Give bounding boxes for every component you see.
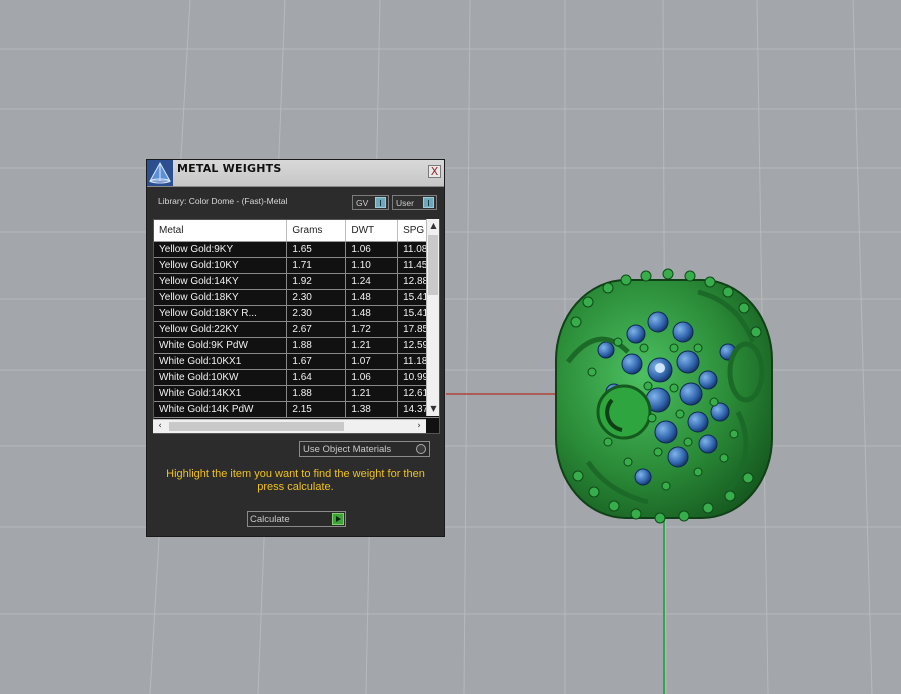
chevron-right-icon[interactable]: › [412, 420, 426, 433]
cell-grams: 1.64 [286, 369, 347, 386]
calculate-button[interactable]: Calculate [247, 511, 346, 527]
cell-dwt: 1.48 [345, 305, 399, 322]
cell-metal: White Gold:10KX1 [154, 353, 288, 370]
metal-weights-dialog: METAL WEIGHTS X Library: Color Dome - (F… [146, 159, 445, 537]
cell-grams: 1.92 [286, 273, 347, 290]
column-header-dwt[interactable]: DWT [345, 220, 399, 242]
cell-grams: 2.30 [286, 305, 347, 322]
pyramid-app-icon [147, 160, 173, 186]
column-header-grams[interactable]: Grams [286, 220, 347, 242]
dialog-title: METAL WEIGHTS [177, 162, 282, 175]
cell-grams: 1.67 [286, 353, 347, 370]
cell-dwt: 1.48 [345, 289, 399, 306]
cell-dwt: 1.06 [345, 241, 399, 258]
table-row[interactable]: White Gold:14KX1 1.88 1.21 12.61 [154, 385, 439, 402]
cell-metal: Yellow Gold:14KY [154, 273, 288, 290]
3d-viewport[interactable] [0, 0, 901, 694]
cell-metal: White Gold:9K PdW [154, 337, 288, 354]
cell-grams: 1.71 [286, 257, 347, 274]
cell-dwt: 1.38 [345, 401, 399, 418]
dialog-titlebar[interactable]: METAL WEIGHTS X [147, 160, 444, 187]
horizontal-scroll-thumb[interactable] [169, 422, 344, 431]
cell-dwt: 1.06 [345, 369, 399, 386]
cell-dwt: 1.72 [345, 321, 399, 338]
cell-dwt: 1.21 [345, 385, 399, 402]
table-header-row: Metal Grams DWT SPG [154, 220, 439, 242]
cell-dwt: 1.21 [345, 337, 399, 354]
gv-toggle-label: GV [356, 198, 369, 208]
metal-weights-table[interactable]: Metal Grams DWT SPG Yellow Gold:9KY 1.65… [153, 219, 440, 434]
cell-dwt: 1.10 [345, 257, 399, 274]
close-icon[interactable]: X [428, 165, 441, 178]
table-row[interactable]: White Gold:9K PdW 1.88 1.21 12.59 [154, 337, 439, 354]
gv-toggle[interactable]: GV [352, 195, 389, 210]
table-row[interactable]: Yellow Gold:18KY R... 2.30 1.48 15.41 [154, 305, 439, 322]
cell-grams: 2.30 [286, 289, 347, 306]
cell-dwt: 1.24 [345, 273, 399, 290]
cell-grams: 1.88 [286, 337, 347, 354]
cell-grams: 1.88 [286, 385, 347, 402]
cell-metal: Yellow Gold:18KY [154, 289, 288, 306]
jewelry-bead-model[interactable] [548, 262, 780, 530]
table-row[interactable]: Yellow Gold:22KY 2.67 1.72 17.85 [154, 321, 439, 338]
cell-grams: 2.15 [286, 401, 347, 418]
use-object-materials-label: Use Object Materials [303, 444, 392, 455]
chevron-left-icon[interactable]: ‹ [153, 420, 167, 433]
radio-icon[interactable] [416, 444, 426, 454]
cell-metal: White Gold:10KW [154, 369, 288, 386]
cell-metal: Yellow Gold:10KY [154, 257, 288, 274]
cell-dwt: 1.07 [345, 353, 399, 370]
table-row[interactable]: Yellow Gold:10KY 1.71 1.10 11.45 [154, 257, 439, 274]
cell-grams: 1.65 [286, 241, 347, 258]
user-toggle-label: User [396, 198, 414, 208]
table-row[interactable]: Yellow Gold:18KY 2.30 1.48 15.41 [154, 289, 439, 306]
cell-metal: Yellow Gold:22KY [154, 321, 288, 338]
column-header-metal[interactable]: Metal [154, 220, 288, 242]
instruction-text: Highlight the item you want to find the … [166, 468, 425, 493]
table-horizontal-scrollbar[interactable]: ‹ › [153, 419, 426, 433]
cell-metal: White Gold:14KX1 [154, 385, 288, 402]
cell-metal: Yellow Gold:18KY R... [154, 305, 288, 322]
library-label: Library: Color Dome - (Fast)-Metal [158, 196, 288, 206]
vertical-scroll-thumb[interactable] [428, 235, 438, 295]
table-row[interactable]: White Gold:10KX1 1.67 1.07 11.18 [154, 353, 439, 370]
cell-metal: Yellow Gold:9KY [154, 241, 288, 258]
table-row[interactable]: White Gold:10KW 1.64 1.06 10.99 [154, 369, 439, 386]
cell-metal: White Gold:14K PdW [154, 401, 288, 418]
table-row[interactable]: White Gold:14K PdW 2.15 1.38 14.37 [154, 401, 439, 418]
user-toggle[interactable]: User [392, 195, 437, 210]
table-vertical-scrollbar[interactable]: ▲ ▼ [426, 219, 439, 416]
chevron-up-icon[interactable]: ▲ [428, 220, 439, 232]
calculate-label: Calculate [250, 514, 290, 525]
chevron-down-icon[interactable]: ▼ [428, 403, 439, 415]
gv-toggle-icon[interactable] [375, 197, 386, 208]
table-row[interactable]: Yellow Gold:14KY 1.92 1.24 12.88 [154, 273, 439, 290]
play-icon[interactable] [332, 513, 344, 525]
table-row[interactable]: Yellow Gold:9KY 1.65 1.06 11.08 [154, 241, 439, 258]
cell-grams: 2.67 [286, 321, 347, 338]
use-object-materials-option[interactable]: Use Object Materials [299, 441, 430, 457]
user-toggle-icon[interactable] [423, 197, 434, 208]
